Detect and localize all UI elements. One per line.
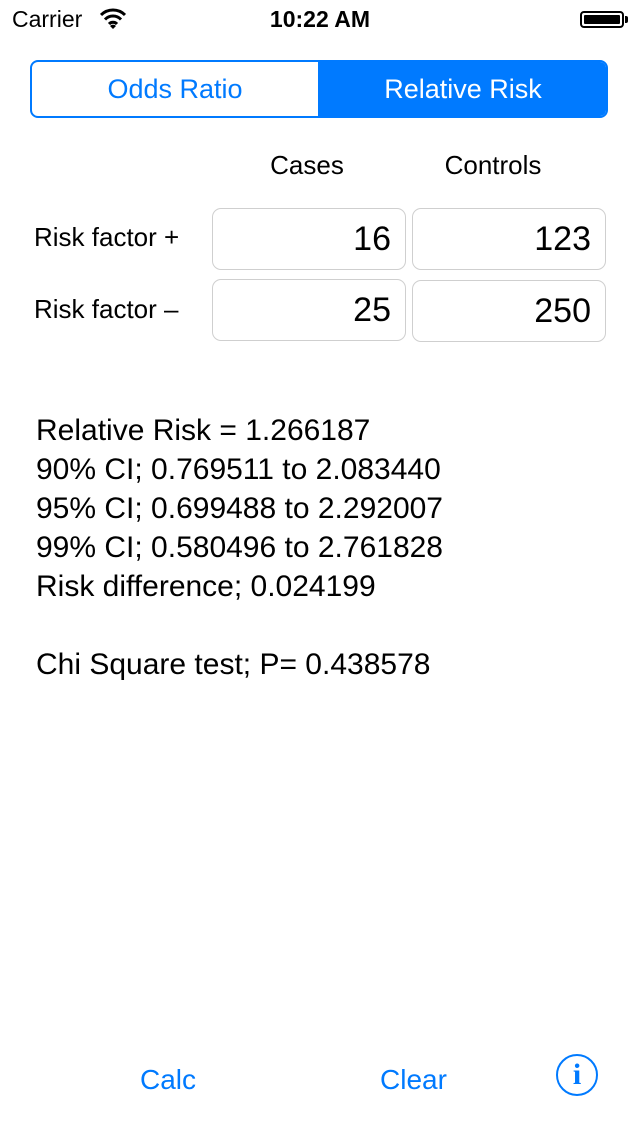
cases-risk-negative-input[interactable] [212,279,406,341]
calc-button[interactable]: Calc [140,1064,196,1096]
result-ci-90: 90% CI; 0.769511 to 2.083440 [36,453,441,486]
controls-risk-positive-input[interactable] [412,208,606,270]
mode-segmented-control: Odds Ratio Relative Risk [30,60,608,118]
segment-relative-risk[interactable]: Relative Risk [318,62,606,116]
clear-button[interactable]: Clear [380,1064,447,1096]
clock: 10:22 AM [269,6,371,32]
battery-tip [625,16,628,23]
column-header-controls: Controls [444,150,542,180]
column-header-cases: Cases [270,150,344,180]
row-label-risk-factor-positive: Risk factor + [34,222,180,252]
result-risk-difference: Risk difference; 0.024199 [36,570,376,603]
result-chi-square: Chi Square test; P= 0.438578 [36,648,431,681]
info-button[interactable]: i [556,1054,598,1096]
result-ci-99: 99% CI; 0.580496 to 2.761828 [36,531,443,564]
result-ci-95: 95% CI; 0.699488 to 2.292007 [36,492,443,525]
segment-odds-ratio[interactable]: Odds Ratio [32,62,318,116]
result-relative-risk: Relative Risk = 1.266187 [36,414,371,447]
battery-icon [580,11,624,28]
result-blank-line [36,606,443,645]
cases-risk-positive-input[interactable] [212,208,406,270]
controls-risk-negative-input[interactable] [412,280,606,342]
row-label-risk-factor-negative: Risk factor – [34,294,179,324]
status-bar: Carrier 10:22 AM [0,0,640,40]
results-text: Relative Risk = 1.266187 90% CI; 0.76951… [36,411,443,684]
info-icon: i [572,1058,582,1091]
